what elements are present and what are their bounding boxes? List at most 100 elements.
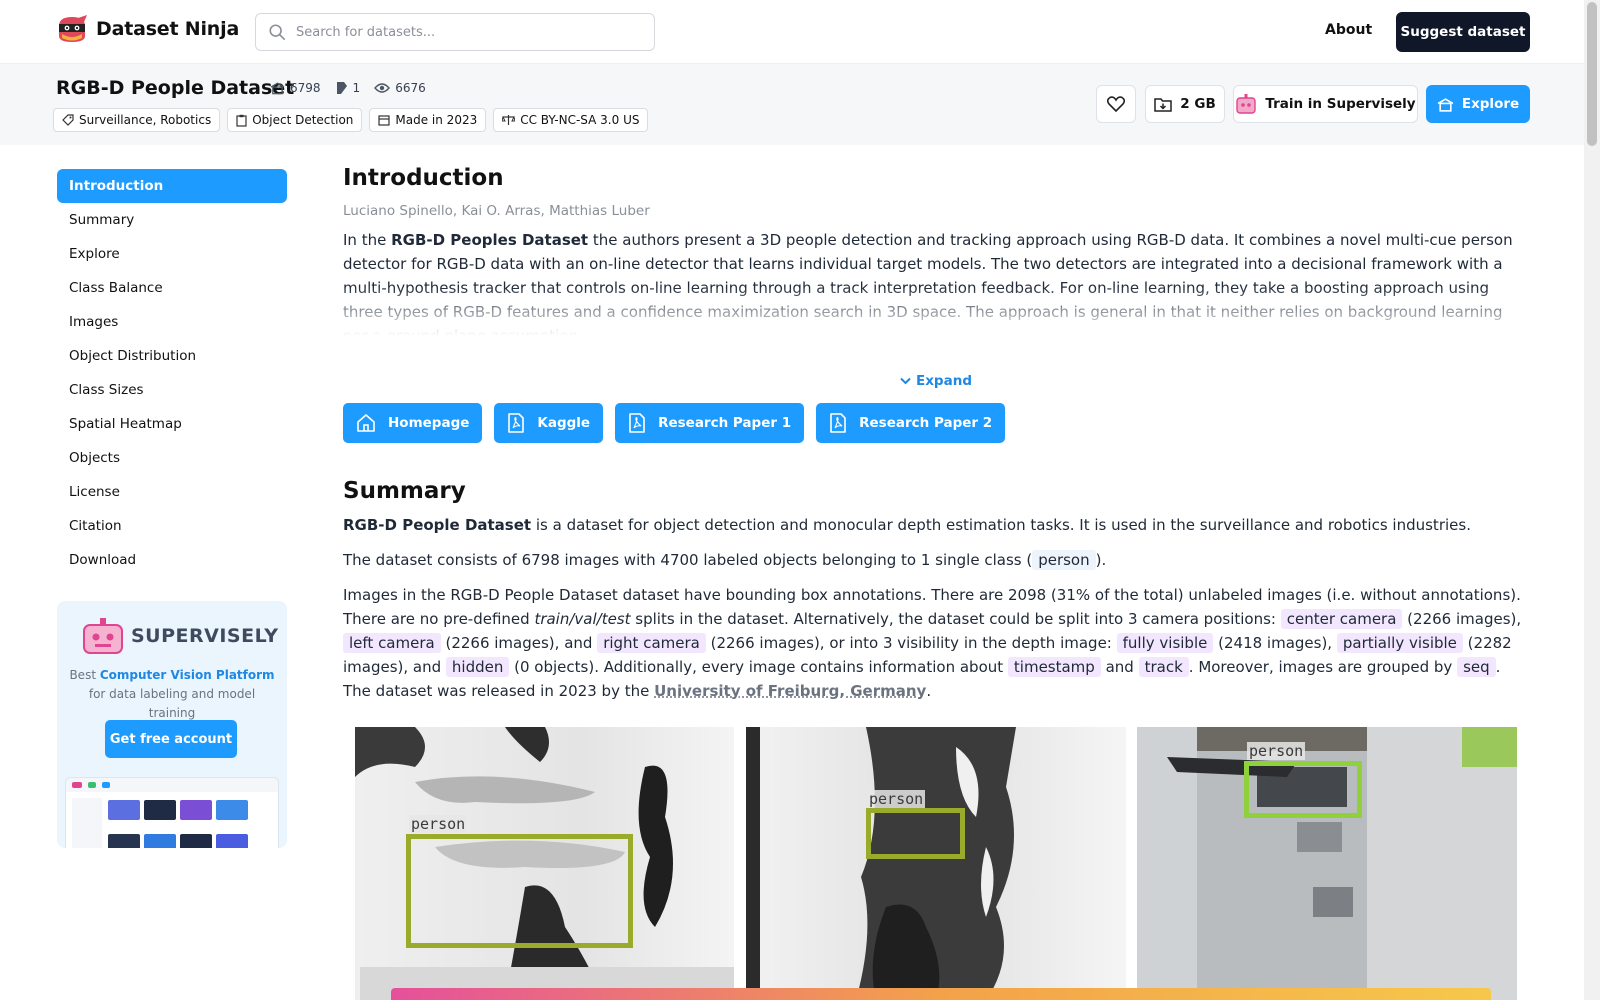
sidebar-item-citation[interactable]: Citation [57,509,287,543]
suggest-dataset-button[interactable]: Suggest dataset [1396,12,1530,52]
tag-chip-hidden[interactable]: hidden [445,657,510,677]
search-input[interactable] [296,24,636,40]
dataset-size: 2 GB [1180,96,1216,112]
summary-heading: Summary [343,478,466,504]
p3-text-h: (0 objects). Additionally, every image c… [509,658,1008,676]
bounding-box [406,834,633,948]
dataset-preview-grid[interactable]: person person person [355,727,1517,1000]
sidebar-item-spatial-heatmap[interactable]: Spatial Heatmap [57,407,287,441]
search-icon [269,24,286,41]
tag-license[interactable]: CC BY-NC-SA 3.0 US [493,108,649,132]
sidebar-item-class-sizes[interactable]: Class Sizes [57,373,287,407]
p3-italic-splits: train/val/test [534,610,631,628]
research-paper-2-button[interactable]: Research Paper 2 [816,403,1006,443]
introduction-heading: Introduction [343,165,504,191]
tag-year[interactable]: Made in 2023 [369,108,487,132]
get-free-account-button[interactable]: Get free account [105,720,237,758]
sidebar-item-object-distribution[interactable]: Object Distribution [57,339,287,373]
homepage-label: Homepage [388,415,470,431]
pdf-icon [508,413,525,433]
research-paper-1-button[interactable]: Research Paper 1 [615,403,805,443]
tag-chip-center-camera[interactable]: center camera [1280,609,1403,629]
clipboard-icon [236,114,247,127]
preview-image-depth-2[interactable]: person [746,727,1126,1000]
train-supervisely-button[interactable]: Train in Supervisely [1233,85,1418,123]
kaggle-button[interactable]: Kaggle [494,403,604,443]
tag-industry[interactable]: Surveillance, Robotics [53,108,221,132]
scale-icon [502,115,516,125]
stat-views: 6676 [374,81,426,95]
pdf-icon [629,413,645,433]
tag-icon [62,114,74,126]
stat-classes: 1 [335,81,360,95]
tag-label: Object Detection [252,113,354,127]
summary-p1-text: is a dataset for object detection and mo… [531,516,1471,534]
sidebar-item-explore[interactable]: Explore [57,237,287,271]
explore-icon [1437,97,1454,112]
kaggle-label: Kaggle [537,415,591,431]
promo-platform-link[interactable]: Computer Vision Platform [100,668,275,682]
dataset-title: RGB-D People Dataset [56,77,295,99]
p3-text-f: (2418 images), [1213,634,1337,652]
summary-dataset-name: RGB-D People Dataset [343,516,532,534]
stat-views-value: 6676 [395,81,426,95]
summary-paragraph-3: Images in the RGB-D People Dataset datas… [343,583,1533,703]
expand-button[interactable]: Expand [900,373,972,389]
sidebar-item-images[interactable]: Images [57,305,287,339]
preview-image-rgb[interactable]: person [1137,727,1517,1000]
page-scrollbar[interactable] [1584,0,1600,1000]
p3-text-b: splits in the dataset. Alternatively, th… [630,610,1281,628]
tag-chip-seq[interactable]: seq [1457,657,1496,677]
summary-paragraph-2: The dataset consists of 6798 images with… [343,548,1533,572]
p3-text-d: (2266 images), and [440,634,598,652]
sidebar-item-introduction[interactable]: Introduction [57,169,287,203]
organization-link[interactable]: University of Freiburg, Germany [654,682,926,700]
p3-text-e: (2266 images), or into 3 visibility in t… [705,634,1117,652]
p3-text-l: . [926,682,932,700]
sidebar-item-class-balance[interactable]: Class Balance [57,271,287,305]
text-fade [343,286,1531,336]
tag-chip-fully-visible[interactable]: fully visible [1116,633,1214,653]
intro-text-pre: In the [343,231,392,249]
authors: Luciano Spinello, Kai O. Arras, Matthias… [343,203,650,219]
homepage-button[interactable]: Homepage [343,403,483,443]
promo-text: Best Computer Vision Platform for data l… [65,666,279,723]
summary-p2-end: ). [1095,551,1107,569]
sidebar-item-summary[interactable]: Summary [57,203,287,237]
explore-button[interactable]: Explore [1426,85,1530,123]
tag-chip-right-camera[interactable]: right camera [597,633,706,653]
top-navbar: Dataset Ninja About Suggest dataset [0,0,1584,64]
nav-about-link[interactable]: About [1325,22,1372,38]
tag-label: Made in 2023 [395,113,478,127]
supervisely-brand: SUPERVISELY [131,625,279,647]
preview-image-depth-1[interactable]: person [355,727,734,1000]
sidebar-item-license[interactable]: License [57,475,287,509]
tag-chip-timestamp[interactable]: timestamp [1007,657,1101,677]
tag-task[interactable]: Object Detection [227,108,363,132]
section-nav: Introduction Summary Explore Class Balan… [57,169,287,577]
stat-images-value: 6798 [290,81,321,95]
main-content: Introduction Luciano Spinello, Kai O. Ar… [343,165,1531,700]
home-icon [357,414,375,432]
sidebar-item-objects[interactable]: Objects [57,441,287,475]
summary-paragraph-1: RGB-D People Dataset is a dataset for ob… [343,513,1533,537]
research-paper-1-label: Research Paper 1 [658,415,792,431]
bbox-label: person [1247,742,1306,760]
summary-p2-text: The dataset consists of 6798 images with… [343,551,1033,569]
promo-text-post: for data labeling and model training [88,687,256,720]
brand-logo[interactable]: Dataset Ninja [56,14,239,44]
search-bar[interactable] [255,13,655,51]
supervisely-logo: SUPERVISELY [81,617,279,655]
folder-download-icon [1154,97,1173,112]
favorite-button[interactable] [1096,85,1136,123]
tag-chip-track[interactable]: track [1138,657,1189,677]
supervisely-promo: SUPERVISELY Best Computer Vision Platfor… [57,601,287,848]
tag-chip-partially-visible[interactable]: partially visible [1336,633,1463,653]
class-chip-person[interactable]: person [1032,550,1096,570]
scrollbar-thumb[interactable] [1587,2,1597,146]
sidebar-item-download[interactable]: Download [57,543,287,577]
tag-chip-left-camera[interactable]: left camera [343,633,441,653]
heart-icon [1107,96,1125,112]
summary-section: Summary RGB-D People Dataset is a datase… [343,478,1533,703]
download-size-button[interactable]: 2 GB [1145,85,1225,123]
